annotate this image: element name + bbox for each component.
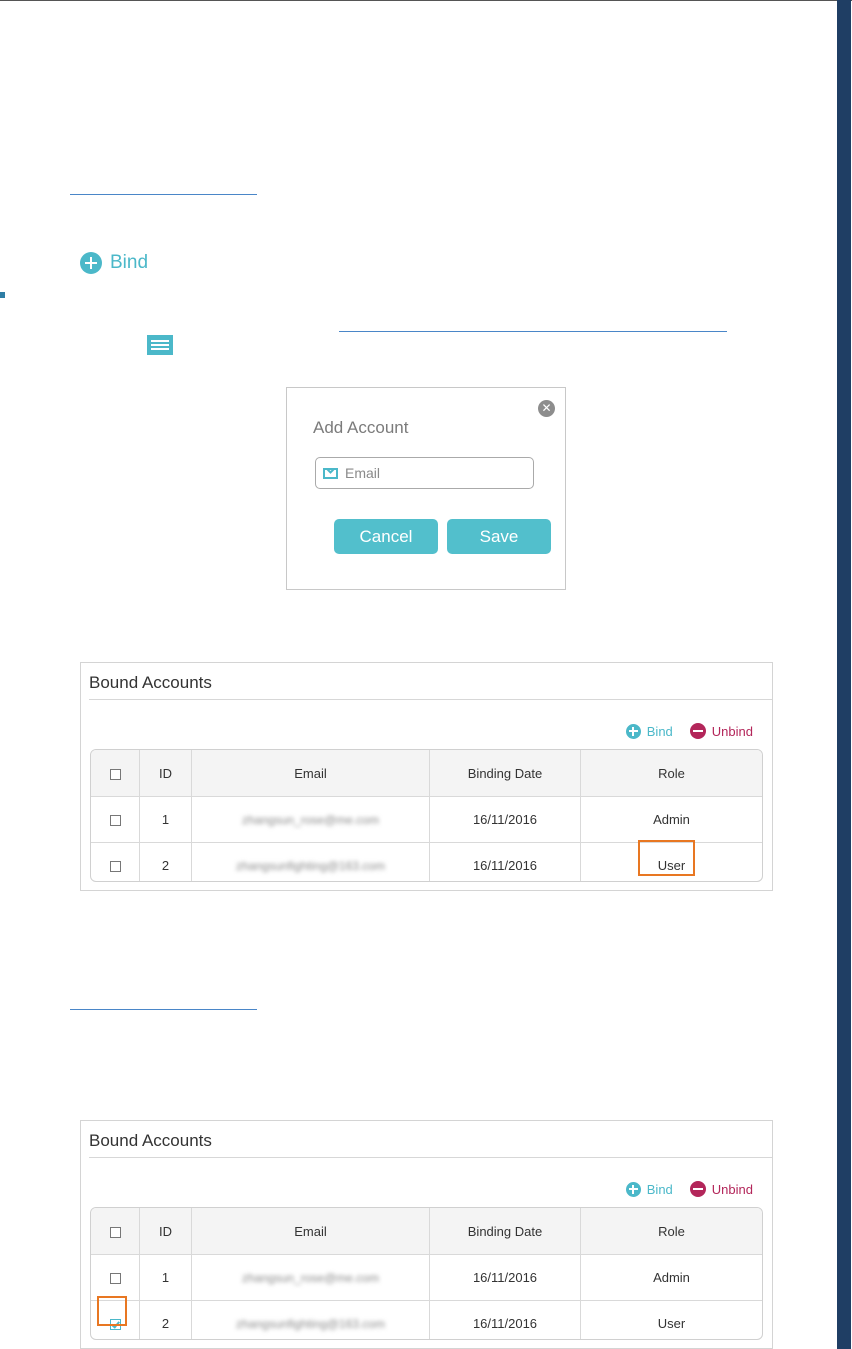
row-checkbox[interactable] bbox=[109, 815, 121, 827]
cell-binding-date: 16/11/2016 bbox=[429, 1254, 581, 1301]
bound-accounts-panel: Bound Accounts Bind Unbind ID Email Bind… bbox=[80, 1120, 773, 1349]
email-value: zhangsun_rose@me.com bbox=[242, 1271, 379, 1285]
cell-email: zhangsunfighting@163.com bbox=[191, 842, 430, 881]
cell-role: Admin bbox=[580, 1254, 762, 1301]
link-underline[interactable] bbox=[70, 194, 257, 195]
column-header-role: Role bbox=[580, 750, 762, 797]
unbind-label: Unbind bbox=[711, 1181, 753, 1197]
minus-circle-icon bbox=[689, 723, 706, 739]
close-icon[interactable]: ✕ bbox=[538, 400, 555, 417]
panel-actions: Bind Unbind bbox=[625, 723, 753, 739]
email-field-wrapper[interactable] bbox=[315, 457, 534, 489]
bind-button[interactable]: Bind bbox=[625, 1181, 673, 1197]
cell-id: 2 bbox=[139, 842, 192, 881]
email-value: zhangsunfighting@163.com bbox=[236, 1317, 385, 1331]
select-all-cell bbox=[91, 750, 140, 797]
save-button[interactable]: Save bbox=[447, 519, 551, 554]
cell-id: 1 bbox=[139, 1254, 192, 1301]
edge-marker bbox=[0, 292, 5, 298]
table-row: 1 zhangsun_rose@me.com 16/11/2016 Admin bbox=[91, 1254, 762, 1301]
table-row: 1 zhangsun_rose@me.com 16/11/2016 Admin bbox=[91, 796, 762, 843]
mail-icon bbox=[323, 467, 338, 479]
cell-email: zhangsun_rose@me.com bbox=[191, 796, 430, 843]
panel-title: Bound Accounts bbox=[89, 1131, 212, 1150]
top-rule bbox=[0, 0, 852, 1]
email-value: zhangsun_rose@me.com bbox=[242, 813, 379, 827]
add-account-dialog: ✕ Add Account Cancel Save bbox=[286, 387, 566, 590]
accounts-table: ID Email Binding Date Role 1 zhangsun_ro… bbox=[90, 1207, 763, 1340]
column-header-email: Email bbox=[191, 750, 430, 797]
select-all-checkbox[interactable] bbox=[109, 768, 121, 780]
unbind-label: Unbind bbox=[711, 723, 753, 739]
table-row: 2 zhangsunfighting@163.com 16/11/2016 Us… bbox=[91, 842, 763, 882]
row-checkbox-cell bbox=[91, 1254, 140, 1301]
row-checkbox[interactable] bbox=[109, 1319, 121, 1331]
cell-id: 1 bbox=[139, 796, 192, 843]
column-header-binding-date: Binding Date bbox=[429, 1208, 581, 1255]
plus-circle-icon bbox=[80, 252, 102, 274]
column-header-role: Role bbox=[580, 1208, 762, 1255]
column-header-email: Email bbox=[191, 1208, 430, 1255]
bind-link-label: Bind bbox=[110, 252, 149, 273]
cell-role[interactable]: User bbox=[581, 843, 763, 882]
cell-role: User bbox=[657, 1316, 686, 1331]
menu-icon[interactable] bbox=[147, 335, 173, 355]
column-header-binding-date: Binding Date bbox=[429, 750, 581, 797]
row-checkbox[interactable] bbox=[109, 861, 121, 873]
row-checkbox-cell bbox=[91, 1300, 140, 1339]
plus-circle-icon bbox=[625, 723, 641, 739]
bound-accounts-panel: Bound Accounts Bind Unbind ID Email Bind… bbox=[80, 662, 773, 891]
select-all-checkbox[interactable] bbox=[109, 1226, 121, 1238]
cell-id: 2 bbox=[139, 1300, 192, 1339]
cell-binding-date: 16/11/2016 bbox=[429, 842, 581, 881]
cell-role: Admin bbox=[580, 796, 762, 843]
accounts-table: ID Email Binding Date Role 1 zhangsun_ro… bbox=[90, 749, 763, 882]
panel-divider bbox=[89, 1157, 772, 1158]
column-header-id: ID bbox=[139, 1208, 192, 1255]
cell-email: zhangsun_rose@me.com bbox=[191, 1254, 430, 1301]
link-underline[interactable] bbox=[339, 331, 727, 332]
cell-binding-date: 16/11/2016 bbox=[429, 1300, 581, 1339]
plus-circle-icon bbox=[625, 1181, 641, 1197]
dialog-title: Add Account bbox=[313, 418, 409, 437]
side-rule bbox=[837, 0, 851, 1349]
column-header-id: ID bbox=[139, 750, 192, 797]
link-underline[interactable] bbox=[70, 1009, 257, 1010]
select-all-cell bbox=[91, 1208, 140, 1255]
panel-title: Bound Accounts bbox=[89, 673, 212, 692]
row-checkbox-cell bbox=[91, 796, 140, 843]
panel-divider bbox=[89, 699, 772, 700]
unbind-button[interactable]: Unbind bbox=[689, 1181, 753, 1197]
panel-actions: Bind Unbind bbox=[625, 1181, 753, 1197]
row-checkbox-cell bbox=[91, 842, 140, 881]
bind-link[interactable]: Bind bbox=[80, 252, 148, 274]
bind-label: Bind bbox=[646, 1181, 673, 1197]
cell-binding-date: 16/11/2016 bbox=[429, 796, 581, 843]
email-value: zhangsunfighting@163.com bbox=[236, 859, 385, 873]
unbind-button[interactable]: Unbind bbox=[689, 723, 753, 739]
bind-label: Bind bbox=[646, 723, 673, 739]
table-row: 2 zhangsunfighting@163.com 16/11/2016 Us… bbox=[91, 1300, 762, 1339]
bind-button[interactable]: Bind bbox=[625, 723, 673, 739]
cell-email: zhangsunfighting@163.com bbox=[191, 1300, 430, 1339]
row-checkbox[interactable] bbox=[109, 1273, 121, 1285]
cancel-button[interactable]: Cancel bbox=[334, 519, 438, 554]
minus-circle-icon bbox=[689, 1181, 706, 1197]
email-field[interactable] bbox=[343, 464, 527, 482]
